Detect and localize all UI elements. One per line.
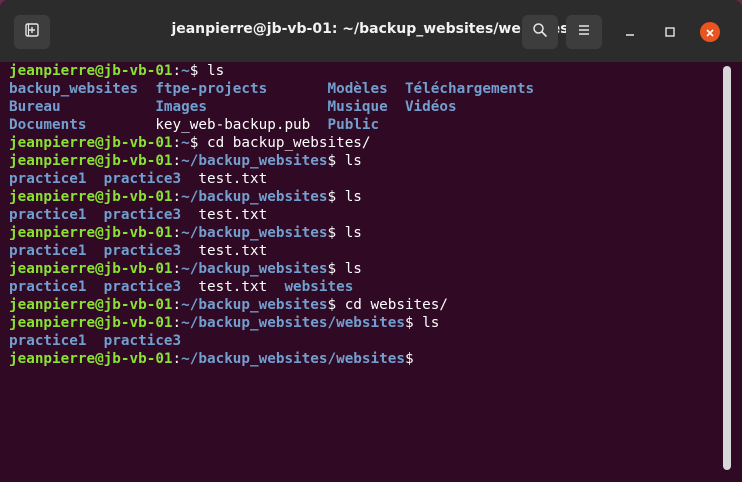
terminal-line: practice1 practice3 test.txt — [9, 242, 724, 260]
prompt-user: jeanpierre@jb-vb-01 — [9, 225, 173, 241]
terminal-text: : — [172, 297, 182, 313]
terminal-line: jeanpierre@jb-vb-01:~/backup_websites$ l… — [9, 224, 724, 242]
maximize-button[interactable] — [660, 22, 680, 42]
prompt-path: ~/backup_websites — [181, 225, 328, 241]
close-button[interactable] — [700, 22, 720, 42]
terminal-text: key_web-backup.pub — [155, 117, 328, 133]
terminal-text: $ ls — [404, 315, 440, 331]
terminal-text: test.txt — [181, 207, 268, 223]
terminal-line: practice1 practice3 test.txt — [9, 206, 724, 224]
terminal-text: $ ls — [327, 261, 362, 277]
directory-listing: practice1 practice3 — [9, 243, 182, 259]
terminal-line: practice1 practice3 test.txt — [9, 170, 724, 188]
menu-button[interactable] — [566, 15, 602, 49]
terminal-text: test.txt — [181, 171, 268, 187]
minimize-icon — [624, 23, 636, 42]
terminal-text: : — [172, 351, 182, 367]
terminal-line: jeanpierre@jb-vb-01:~$ cd backup_website… — [9, 134, 724, 152]
terminal-line: jeanpierre@jb-vb-01:~/backup_websites$ c… — [9, 296, 724, 314]
search-icon — [532, 22, 548, 42]
terminal-line: practice1 practice3 — [9, 332, 724, 350]
directory-listing: Documents — [9, 117, 156, 133]
directory-listing: backup_websites ftpe-projects Modèles Té… — [9, 81, 535, 97]
terminal-text: : — [172, 189, 182, 205]
minimize-button[interactable] — [620, 22, 640, 42]
terminal-text: : — [172, 261, 182, 277]
prompt-path: ~/backup_websites — [181, 189, 328, 205]
prompt-user: jeanpierre@jb-vb-01 — [9, 315, 173, 331]
directory-listing: Bureau Images Musique Vidéos — [9, 99, 457, 115]
terminal-line: backup_websites ftpe-projects Modèles Té… — [9, 80, 724, 98]
directory-listing: practice1 practice3 — [9, 333, 182, 349]
prompt-user: jeanpierre@jb-vb-01 — [9, 63, 173, 79]
prompt-path: ~/backup_websites — [181, 297, 328, 313]
prompt-path: ~/backup_websites — [181, 153, 328, 169]
search-button[interactable] — [522, 15, 558, 49]
terminal-text: $ ls — [189, 63, 225, 79]
terminal-text: : — [172, 315, 182, 331]
terminal-window: jeanpierre@jb-vb-01: ~/backup_websites/w… — [0, 0, 742, 482]
directory-listing: Public — [327, 117, 380, 133]
directory-listing: websites — [284, 279, 354, 295]
directory-listing: practice1 practice3 — [9, 279, 182, 295]
prompt-path: ~/backup_websites/websites — [181, 315, 405, 331]
prompt-path: ~ — [181, 63, 190, 79]
prompt-user: jeanpierre@jb-vb-01 — [9, 189, 173, 205]
terminal-line: jeanpierre@jb-vb-01:~/backup_websites/we… — [9, 350, 724, 368]
terminal-text: : — [172, 135, 182, 151]
terminal-text: test.txt — [181, 243, 268, 259]
terminal-text: $ cd backup_websites/ — [189, 135, 371, 151]
terminal-text: : — [172, 225, 182, 241]
new-tab-icon — [24, 22, 40, 42]
new-tab-button[interactable] — [14, 15, 50, 49]
prompt-user: jeanpierre@jb-vb-01 — [9, 297, 173, 313]
close-icon — [705, 23, 715, 42]
terminal-line: jeanpierre@jb-vb-01:~$ ls — [9, 62, 724, 80]
prompt-user: jeanpierre@jb-vb-01 — [9, 153, 173, 169]
terminal-text: : — [172, 153, 182, 169]
terminal-text: $ ls — [327, 189, 362, 205]
terminal-line: jeanpierre@jb-vb-01:~/backup_websites$ l… — [9, 260, 724, 278]
terminal-output[interactable]: jeanpierre@jb-vb-01:~$ ls backup_websites… — [0, 62, 724, 482]
prompt-user: jeanpierre@jb-vb-01 — [9, 135, 173, 151]
prompt-path: ~/backup_websites — [181, 261, 328, 277]
terminal-line: practice1 practice3 test.txt websites — [9, 278, 724, 296]
terminal-line: Bureau Images Musique Vidéos — [9, 98, 724, 116]
prompt-path: ~ — [181, 135, 190, 151]
terminal-line: jeanpierre@jb-vb-01:~/backup_websites/we… — [9, 314, 724, 332]
terminal-text: $ — [404, 351, 414, 367]
prompt-user: jeanpierre@jb-vb-01 — [9, 351, 173, 367]
maximize-icon — [664, 23, 676, 42]
terminal-line: jeanpierre@jb-vb-01:~/backup_websites$ l… — [9, 152, 724, 170]
prompt-user: jeanpierre@jb-vb-01 — [9, 261, 173, 277]
terminal-text: $ ls — [327, 225, 362, 241]
terminal-text: $ cd websites/ — [327, 297, 448, 313]
terminal-text: : — [172, 63, 182, 79]
hamburger-menu-icon — [576, 22, 592, 42]
terminal-text: $ ls — [327, 153, 362, 169]
title-bar[interactable]: jeanpierre@jb-vb-01: ~/backup_websites/w… — [0, 0, 742, 63]
terminal-line: Documents key_web-backup.pub Public — [9, 116, 724, 134]
directory-listing: practice1 practice3 — [9, 207, 182, 223]
directory-listing: practice1 practice3 — [9, 171, 182, 187]
terminal-line: jeanpierre@jb-vb-01:~/backup_websites$ l… — [9, 188, 724, 206]
scrollbar-thumb[interactable] — [723, 66, 731, 470]
terminal-text: test.txt — [181, 279, 285, 295]
prompt-path: ~/backup_websites/websites — [181, 351, 405, 367]
